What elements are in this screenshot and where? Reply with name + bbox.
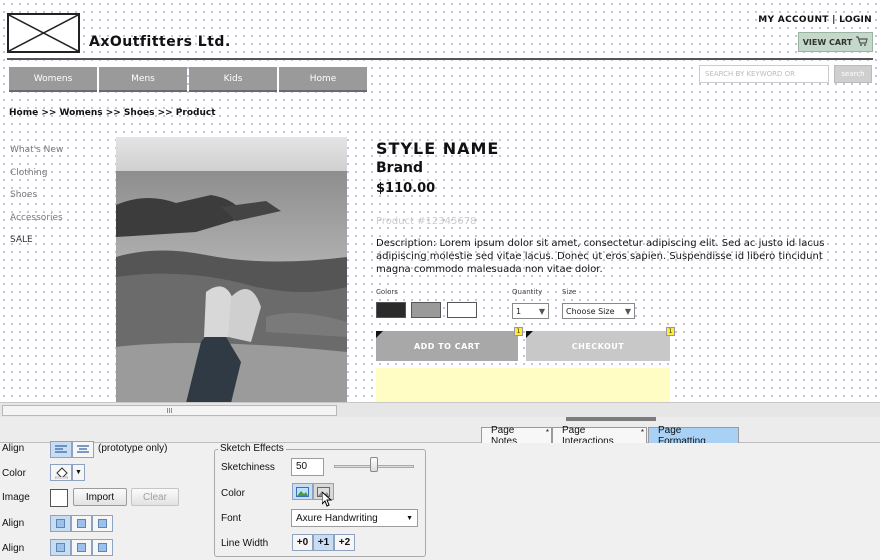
account-links[interactable]: MY ACCOUNT | LOGIN <box>758 15 872 25</box>
breadcrumb[interactable]: Home >> Womens >> Shoes >> Product <box>9 108 216 118</box>
line-width-label: Line Width <box>221 538 269 549</box>
product-price: $110.00 <box>376 181 436 196</box>
paint-bucket-icon <box>54 466 68 479</box>
sketchiness-input[interactable]: 50 <box>291 458 324 476</box>
line-width-option[interactable]: +0 <box>292 534 313 551</box>
add-to-cart-button[interactable]: ADD TO CART <box>376 331 518 361</box>
line-width-option[interactable]: +1 <box>313 534 334 551</box>
align-label: Align <box>2 543 25 554</box>
panel-resize-grip[interactable] <box>566 417 656 421</box>
align-option-button[interactable] <box>92 515 113 532</box>
font-label: Font <box>221 513 242 524</box>
sidenav-whats-new[interactable]: What's New <box>10 145 63 168</box>
product-image <box>116 137 347 402</box>
align-option-button[interactable] <box>92 539 113 556</box>
align-left-icon <box>55 445 67 453</box>
page-formatting-panel: Align (prototype only) Color ▼ Image Imp… <box>0 441 880 560</box>
view-cart-button[interactable]: VIEW CART <box>798 32 873 52</box>
search-button[interactable]: search <box>834 65 872 83</box>
align-left-button[interactable] <box>50 441 72 458</box>
header-divider <box>7 58 873 60</box>
sticky-note-area[interactable] <box>376 368 670 402</box>
nav-kids[interactable]: Kids <box>189 67 277 92</box>
clear-button[interactable]: Clear <box>131 488 179 506</box>
horizontal-scrollbar[interactable]: III <box>0 402 880 417</box>
color-label: Color <box>2 468 26 479</box>
search-input[interactable]: SEARCH BY KEYWORD OR <box>699 65 829 83</box>
checkout-button[interactable]: CHECKOUT <box>526 331 670 361</box>
align-label: Align <box>2 518 25 529</box>
color-swatch-white[interactable] <box>447 302 477 318</box>
align-center-button[interactable] <box>72 441 94 458</box>
tab-page-formatting[interactable]: Page Formatting <box>648 425 739 447</box>
side-nav: What's New Clothing Shoes Accessories SA… <box>10 145 63 258</box>
sketchiness-label: Sketchiness <box>221 462 275 473</box>
scrollbar-thumb[interactable]: III <box>2 405 337 416</box>
sketch-color-label: Color <box>221 488 245 499</box>
quantity-label: Quantity <box>512 288 543 296</box>
sidenav-shoes[interactable]: Shoes <box>10 190 63 213</box>
sketchiness-slider-thumb[interactable] <box>370 457 378 472</box>
font-select[interactable]: Axure Handwriting ▼ <box>291 509 418 527</box>
size-value: Choose Size <box>566 306 615 316</box>
align-center-icon <box>77 445 89 453</box>
nav-mens[interactable]: Mens <box>99 67 187 92</box>
colors-label: Colors <box>376 288 398 296</box>
main-nav: Womens Mens Kids Home <box>9 67 367 92</box>
interaction-marker <box>526 331 533 338</box>
sketch-effects-legend: Sketch Effects <box>218 443 286 454</box>
sidenav-clothing[interactable]: Clothing <box>10 168 63 191</box>
design-canvas[interactable]: AxOutfitters Ltd. MY ACCOUNT | LOGIN VIE… <box>0 0 880 402</box>
quantity-select[interactable]: 1 ▼ <box>512 303 549 319</box>
align-option-button[interactable] <box>50 515 71 532</box>
prototype-only-note: (prototype only) <box>98 443 168 454</box>
note-badge[interactable]: 1 <box>666 327 675 336</box>
product-description: Description: Lorem ipsum dolor sit amet,… <box>376 238 825 275</box>
panel-tab-bar: Page Notes * Page Interactions * Page Form… <box>0 417 880 447</box>
align-option-button[interactable] <box>50 539 71 556</box>
align-option-button[interactable] <box>71 539 92 556</box>
sketch-color-mode-button[interactable] <box>292 483 313 500</box>
font-select-value: Axure Handwriting <box>296 512 378 524</box>
star-icon: * <box>640 428 644 437</box>
product-brand: Brand <box>376 160 424 176</box>
tab-page-notes[interactable]: Page Notes * <box>481 425 552 447</box>
tab-page-interactions[interactable]: Page Interactions * <box>552 425 647 447</box>
align-label: Align <box>2 443 25 454</box>
chevron-down-icon: ▼ <box>75 469 82 476</box>
chevron-down-icon: ▼ <box>538 306 545 316</box>
note-badge[interactable]: 1 <box>514 327 523 336</box>
image-preview <box>50 489 68 507</box>
chevron-down-icon: ▼ <box>624 306 631 316</box>
style-name: STYLE NAME <box>376 139 500 158</box>
quantity-value: 1 <box>516 306 522 316</box>
size-label: Size <box>562 288 577 296</box>
interaction-marker <box>376 331 383 338</box>
color-swatch-black[interactable] <box>376 302 406 318</box>
align-option-button[interactable] <box>71 515 92 532</box>
fill-color-button[interactable] <box>50 464 72 481</box>
cart-icon <box>856 36 869 48</box>
line-width-option[interactable]: +2 <box>334 534 355 551</box>
star-icon: * <box>545 428 549 437</box>
view-cart-label: VIEW CART <box>802 37 853 47</box>
chevron-down-icon: ▼ <box>406 514 413 522</box>
nav-home[interactable]: Home <box>279 67 367 92</box>
import-button[interactable]: Import <box>73 488 127 506</box>
grip-icon: III <box>166 406 173 415</box>
product-number: Product #12345678 <box>376 216 477 227</box>
sidenav-accessories[interactable]: Accessories <box>10 213 63 236</box>
color-swatch-gray[interactable] <box>411 302 441 318</box>
logo-placeholder <box>7 13 80 53</box>
brand-name: AxOutfitters Ltd. <box>89 34 231 50</box>
fill-color-dropdown[interactable]: ▼ <box>72 464 85 481</box>
nav-womens[interactable]: Womens <box>9 67 97 92</box>
image-color-icon <box>296 486 309 497</box>
size-select[interactable]: Choose Size ▼ <box>562 303 635 319</box>
sidenav-sale[interactable]: SALE <box>10 235 63 258</box>
image-label: Image <box>2 492 30 503</box>
